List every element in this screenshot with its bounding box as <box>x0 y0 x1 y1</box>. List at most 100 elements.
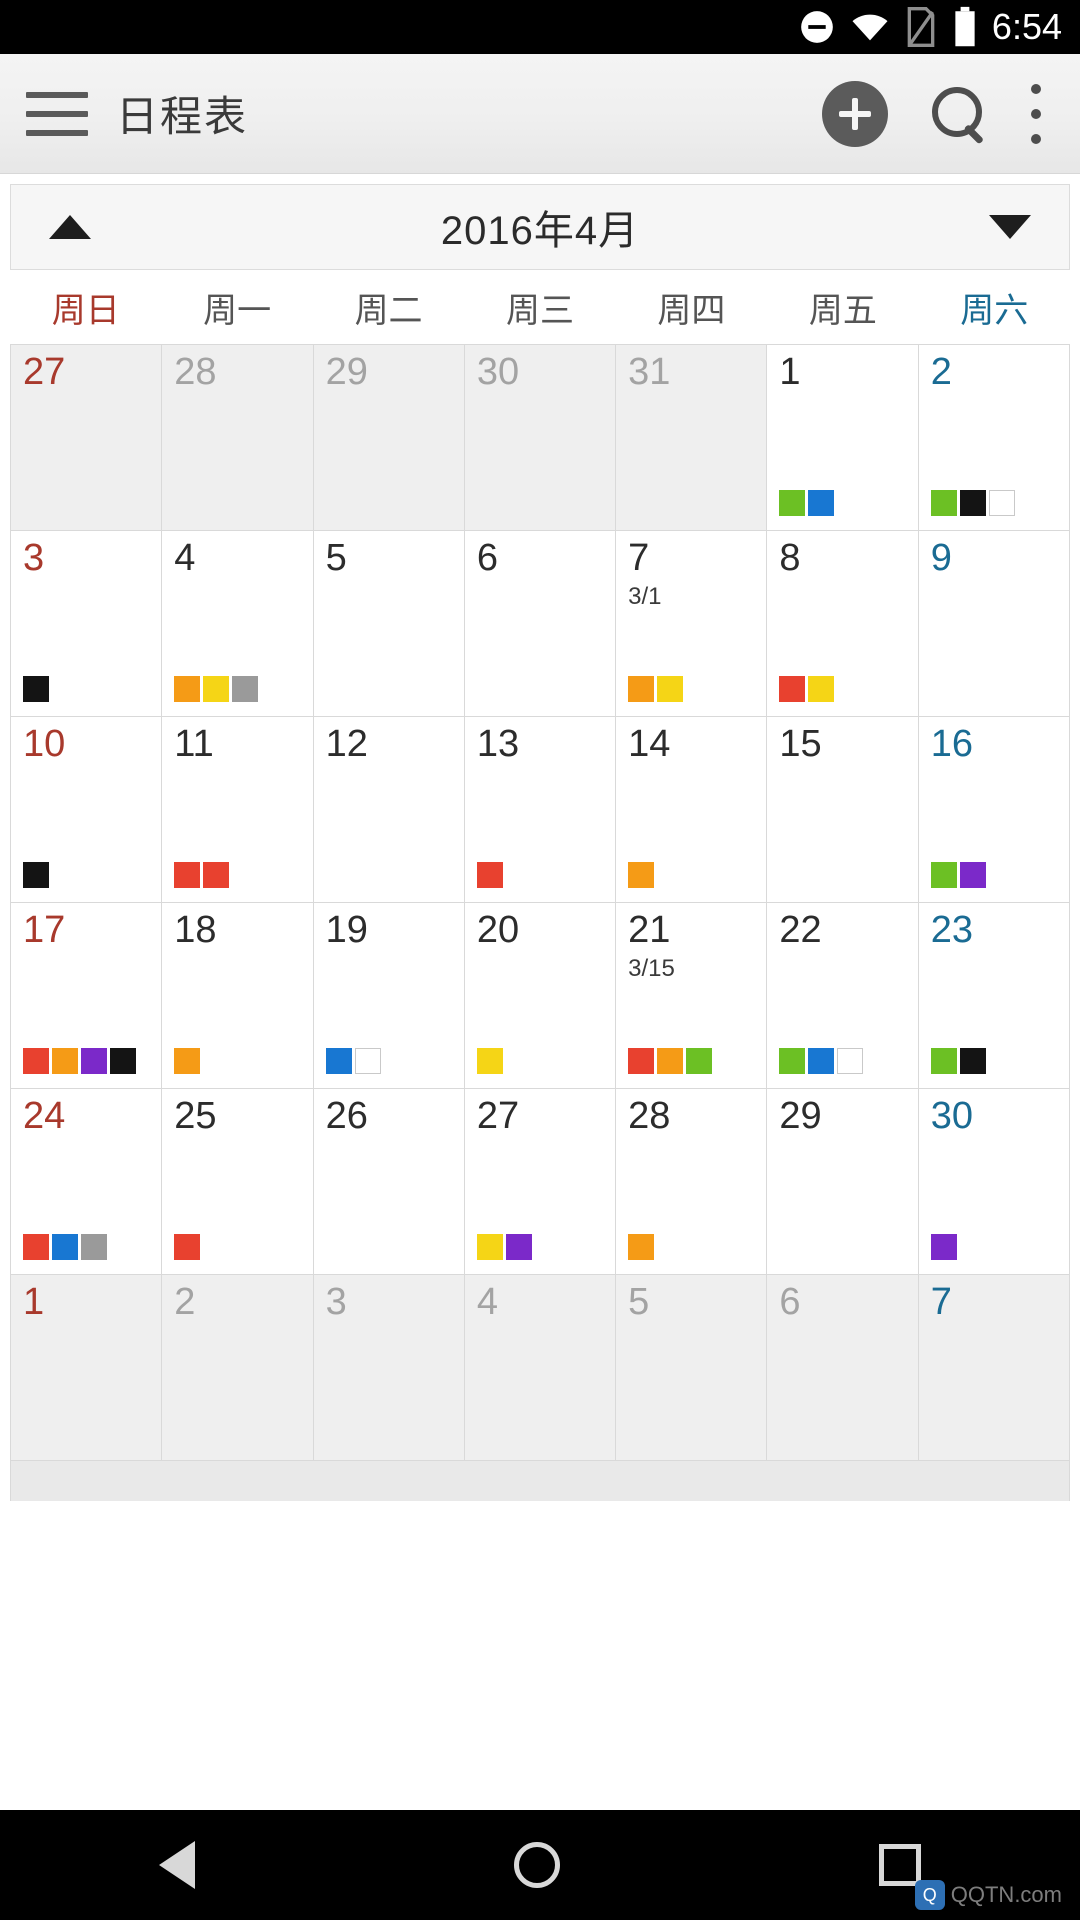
event-chip <box>657 1048 684 1074</box>
day-number: 26 <box>325 1095 368 1137</box>
event-chip <box>657 676 684 702</box>
search-icon[interactable] <box>926 83 988 145</box>
event-chip-row <box>628 1234 655 1260</box>
calendar-day-cell[interactable]: 3 <box>313 1275 465 1461</box>
calendar-day-cell[interactable]: 4 <box>162 531 314 717</box>
event-chip-row <box>476 1048 503 1074</box>
calendar-day-cell[interactable]: 3 <box>11 531 163 717</box>
month-switcher[interactable]: 2016年4月 <box>10 184 1070 270</box>
calendar-day-cell[interactable]: 21 3/15 <box>616 903 768 1089</box>
day-number: 28 <box>628 1095 671 1137</box>
calendar-day-cell[interactable]: 25 <box>162 1089 314 1275</box>
event-chip <box>23 1234 49 1260</box>
back-triangle-icon[interactable] <box>159 1841 196 1889</box>
event-chip <box>23 676 49 702</box>
calendar-day-cell[interactable]: 15 <box>767 717 919 903</box>
calendar-day-cell[interactable]: 27 <box>11 345 163 531</box>
day-number: 27 <box>23 351 66 393</box>
day-number: 4 <box>476 1281 498 1323</box>
day-number: 28 <box>174 351 217 393</box>
calendar-day-cell[interactable]: 14 <box>616 717 768 903</box>
event-chip-row <box>174 1234 201 1260</box>
event-chip <box>628 1048 655 1074</box>
watermark-badge: Q <box>914 1880 945 1910</box>
calendar-day-cell[interactable]: 2 <box>918 345 1070 531</box>
hamburger-menu-icon[interactable] <box>26 91 88 136</box>
day-number: 25 <box>174 1095 217 1137</box>
calendar-day-cell[interactable]: 31 <box>616 345 768 531</box>
calendar-day-cell[interactable]: 13 <box>464 717 617 903</box>
event-chip-row <box>930 862 986 888</box>
calendar-day-cell[interactable]: 16 <box>918 717 1070 903</box>
calendar-day-cell[interactable]: 19 <box>313 903 465 1089</box>
watermark: Q QQTN.com <box>914 1880 1062 1910</box>
sim-card-icon <box>904 7 938 47</box>
event-chip <box>959 1048 986 1074</box>
calendar-day-cell[interactable]: 17 <box>11 903 163 1089</box>
calendar-day-cell[interactable]: 28 <box>616 1089 768 1275</box>
day-number: 5 <box>325 537 347 579</box>
calendar-day-cell[interactable]: 26 <box>313 1089 465 1275</box>
event-chip-row <box>779 676 835 702</box>
calendar-day-cell[interactable]: 4 <box>464 1275 617 1461</box>
calendar-day-cell[interactable]: 1 <box>11 1275 163 1461</box>
day-number: 7 <box>628 537 650 579</box>
calendar-day-cell[interactable]: 29 <box>313 345 465 531</box>
grid-bottom-filler <box>10 1461 1070 1501</box>
day-number: 22 <box>779 909 822 951</box>
calendar-day-cell[interactable]: 10 <box>11 717 163 903</box>
day-number: 13 <box>476 723 520 765</box>
calendar-day-cell[interactable]: 23 <box>918 903 1070 1089</box>
calendar-day-cell[interactable]: 9 <box>918 531 1070 717</box>
calendar-grid[interactable]: 27 28 29 30 31 1 2 3 4 5 6 7 3/1 8 9 10 11 12 13 14 15 16 17 18… <box>10 344 1070 1461</box>
event-chip <box>110 1048 136 1074</box>
calendar-day-cell[interactable]: 29 <box>767 1089 919 1275</box>
more-vertical-icon[interactable] <box>1026 84 1046 144</box>
triangle-down-icon[interactable] <box>988 215 1031 239</box>
add-event-button[interactable] <box>822 81 888 147</box>
calendar-day-cell[interactable]: 2 <box>162 1275 314 1461</box>
event-chip <box>174 862 201 888</box>
triangle-up-icon[interactable] <box>49 215 91 239</box>
event-chip-row <box>23 1234 107 1260</box>
calendar-day-cell[interactable]: 5 <box>616 1275 768 1461</box>
calendar-day-cell[interactable]: 28 <box>162 345 314 531</box>
day-number: 27 <box>476 1095 520 1137</box>
event-chip-row <box>174 676 259 702</box>
event-chip <box>837 1048 864 1074</box>
event-chip-row <box>174 862 230 888</box>
event-chip <box>808 490 835 516</box>
calendar-day-cell[interactable]: 27 <box>464 1089 617 1275</box>
do-not-disturb-icon <box>798 8 836 46</box>
calendar-day-cell[interactable]: 5 <box>313 531 465 717</box>
calendar-day-cell[interactable]: 7 <box>918 1275 1070 1461</box>
calendar-day-cell[interactable]: 20 <box>464 903 617 1089</box>
home-circle-icon[interactable] <box>513 1842 560 1888</box>
event-chip <box>779 676 806 702</box>
day-number: 6 <box>476 537 498 579</box>
day-number: 23 <box>930 909 973 951</box>
day-number: 12 <box>325 723 368 765</box>
calendar-day-cell[interactable]: 12 <box>313 717 465 903</box>
calendar-day-cell[interactable]: 8 <box>767 531 919 717</box>
event-chip <box>930 1048 957 1074</box>
calendar-day-cell[interactable]: 6 <box>767 1275 919 1461</box>
weekday-header: 周日 周一 周二 周三 周四 周五 周六 <box>0 270 1080 344</box>
day-number: 9 <box>930 537 952 579</box>
calendar-day-cell[interactable]: 6 <box>464 531 617 717</box>
wifi-icon <box>850 10 890 44</box>
calendar-day-cell[interactable]: 11 <box>162 717 314 903</box>
event-chip <box>476 862 503 888</box>
event-chip <box>325 1048 352 1074</box>
calendar-day-cell[interactable]: 7 3/1 <box>616 531 768 717</box>
event-chip-row <box>930 490 1015 516</box>
calendar-day-cell[interactable]: 1 <box>767 345 919 531</box>
day-number: 17 <box>23 909 66 951</box>
calendar-day-cell[interactable]: 30 <box>464 345 617 531</box>
calendar-day-cell[interactable]: 22 <box>767 903 919 1089</box>
event-chip-row <box>23 1048 136 1074</box>
calendar-day-cell[interactable]: 24 <box>11 1089 163 1275</box>
calendar-day-cell[interactable]: 18 <box>162 903 314 1089</box>
event-chip <box>959 862 986 888</box>
calendar-day-cell[interactable]: 30 <box>918 1089 1070 1275</box>
